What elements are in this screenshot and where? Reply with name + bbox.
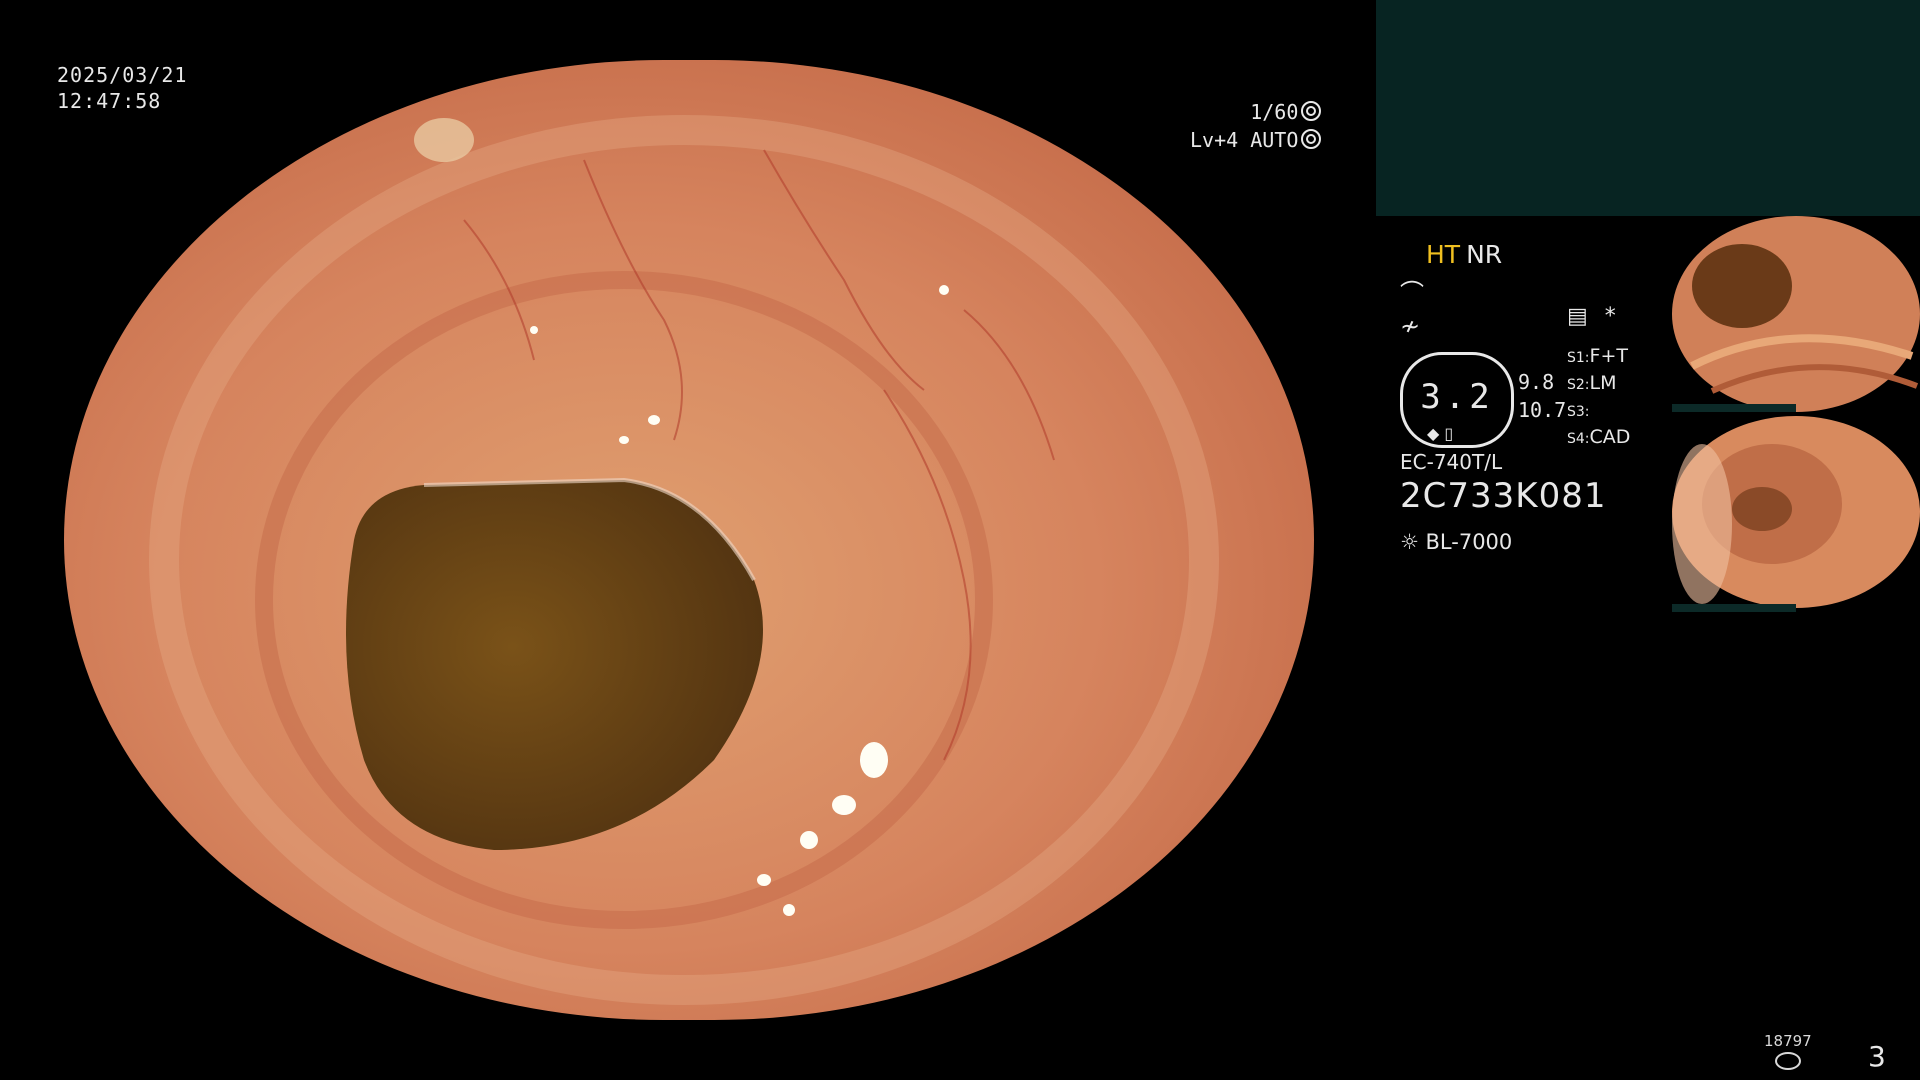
ht-label: HT	[1426, 240, 1461, 269]
side-value-1: 9.8	[1518, 370, 1555, 394]
light-source: ☼ BL-7000	[1400, 530, 1512, 554]
side-value-2: 10.7	[1518, 398, 1567, 422]
endoscope-view	[64, 60, 1314, 1020]
zoom-indicator: 3.2 ◆ ▯	[1400, 352, 1514, 448]
scope-model: EC-740T/L	[1400, 450, 1503, 474]
setting-item: S2:LM	[1567, 372, 1617, 394]
curve-icon: ⌒	[1400, 279, 1424, 307]
capture-thumbnail[interactable]	[1672, 414, 1920, 610]
thumbnail-image	[1672, 416, 1920, 608]
page-number: 3	[1868, 1040, 1886, 1073]
target-icon	[1301, 129, 1322, 149]
scope-serial: 2C733K081	[1400, 476, 1607, 516]
zoom-value: 3.2	[1420, 377, 1494, 417]
setting-item: S4:CAD	[1567, 426, 1631, 448]
thumbnail-divider	[1672, 404, 1796, 412]
time-text: 12:47:58	[57, 89, 162, 113]
list-icon: ▤	[1567, 304, 1588, 329]
setting-item: S3:	[1567, 404, 1590, 420]
setting-icons: ▤ *	[1567, 304, 1616, 329]
aperture-icon	[1301, 101, 1322, 121]
date-time-overlay: 2025/03/21 12:47:58	[57, 62, 187, 114]
setting-item: S1:F+T	[1567, 345, 1628, 367]
thumbnail-divider	[1672, 604, 1796, 612]
exposure-overlay: 1/60 Lv+4 AUTO	[1190, 98, 1322, 154]
wave-icon: ≁	[1400, 312, 1421, 340]
colon-mucosa-image	[64, 60, 1314, 1020]
thumbnail-image	[1672, 216, 1920, 412]
sun-icon: ☼	[1400, 530, 1419, 554]
date-text: 2025/03/21	[57, 63, 188, 87]
disk-icon	[1774, 1052, 1801, 1070]
light-source-label: BL-7000	[1425, 530, 1513, 554]
device-info-panel: HT NR ⌒ ≁ ▤ * 3.2 ◆ ▯ 9.8 10.7 S1:F+T S2:…	[1400, 240, 1660, 554]
mode-text: AUTO	[1250, 128, 1299, 152]
side-values: 9.8 10.7	[1518, 368, 1566, 424]
level-text: Lv+4	[1190, 128, 1239, 152]
nr-label: NR	[1466, 240, 1503, 269]
pen-icon: ◆ ▯	[1427, 424, 1454, 443]
asterisk-text: *	[1604, 304, 1616, 329]
shutter-text: 1/60	[1250, 100, 1299, 124]
count-text: 18797	[1764, 1032, 1812, 1050]
top-info-panel	[1376, 0, 1920, 216]
settings-list: S1:F+T S2:LM S3: S4:CAD	[1567, 344, 1630, 452]
capture-thumbnail[interactable]	[1672, 216, 1920, 412]
storage-count: 18797	[1764, 1032, 1812, 1070]
